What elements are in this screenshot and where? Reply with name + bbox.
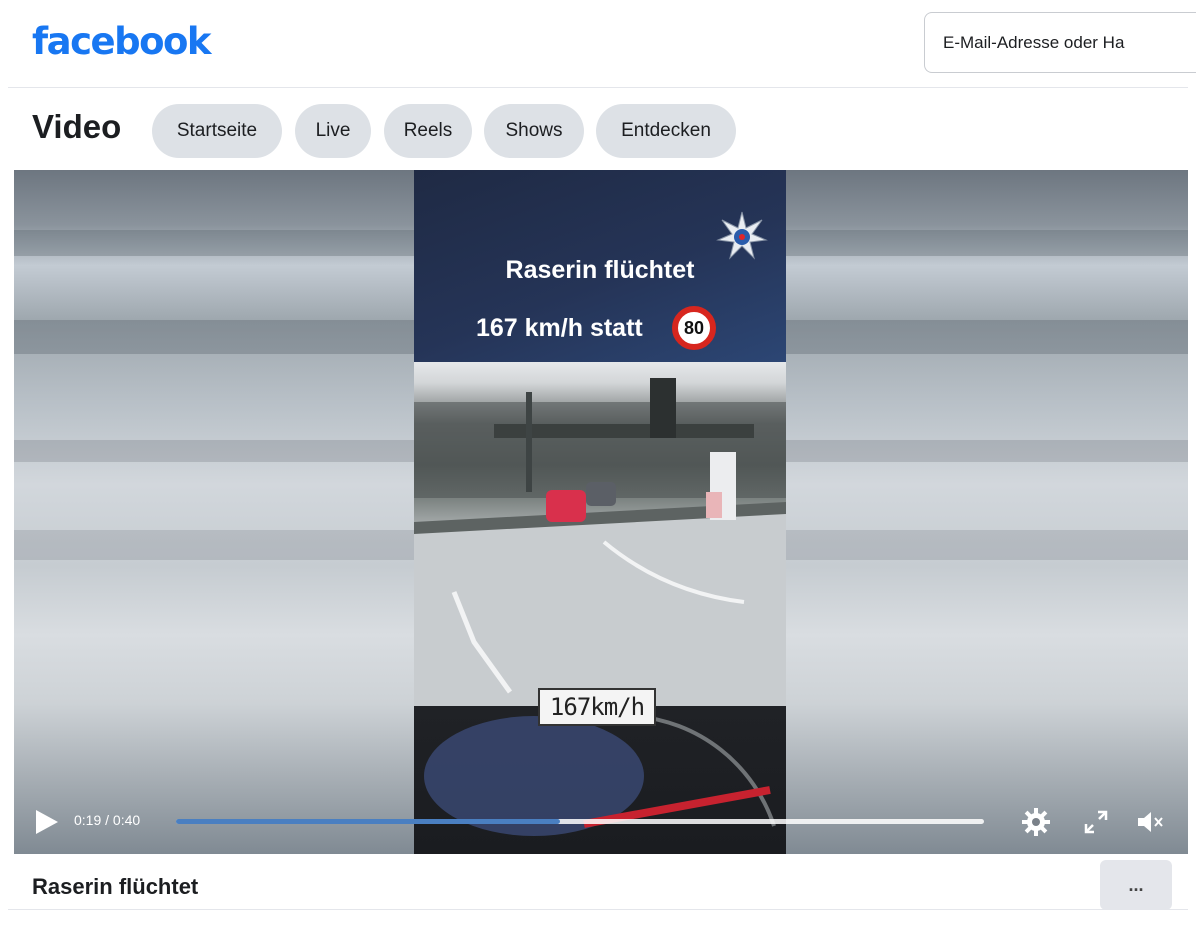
play-icon[interactable] [34,808,60,836]
video-overlay-speed-text: 167 km/h statt [476,314,643,342]
volume-muted-icon[interactable] [1132,804,1168,840]
tab-startseite[interactable]: Startseite [152,104,282,158]
tab-entdecken[interactable]: Entdecken [596,104,736,158]
video-overlay-title: Raserin flüchtet [505,256,695,284]
tab-live[interactable]: Live [295,104,371,158]
facebook-logo[interactable]: facebook [32,20,212,63]
police-star-icon [716,211,768,260]
video-nav: Video Startseite Live Reels Shows Entdec… [8,92,1188,168]
post-title: Raserin flüchtet [32,874,199,899]
page-bottom [8,912,1188,933]
video-title-panel: Raserin flüchtet 167 km/h statt 80 [414,170,786,362]
post-header: Raserin flüchtet ... [8,856,1188,910]
time-display: 0:19 / 0:40 [74,812,141,828]
more-options-button[interactable]: ... [1100,860,1172,910]
progress-fill [176,819,560,824]
highway-scene-drawing [414,378,786,706]
tab-reels[interactable]: Reels [384,104,472,158]
top-bar: facebook [8,0,1196,88]
tab-shows[interactable]: Shows [484,104,584,158]
speed-limit-sign: 80 [672,306,716,350]
highway-scene [414,362,786,706]
expand-icon[interactable] [1078,804,1114,840]
progress-bar[interactable] [176,819,984,824]
speed-readout: 167km/h [538,688,656,726]
gear-icon[interactable] [1018,804,1054,840]
email-input[interactable] [924,12,1196,73]
video-controls: 0:19 / 0:40 [14,790,1188,854]
video-frame: Raserin flüchtet 167 km/h statt 80 167km… [414,170,786,854]
video-player[interactable]: Raserin flüchtet 167 km/h statt 80 167km… [14,170,1188,854]
video-section-title: Video [32,108,122,145]
